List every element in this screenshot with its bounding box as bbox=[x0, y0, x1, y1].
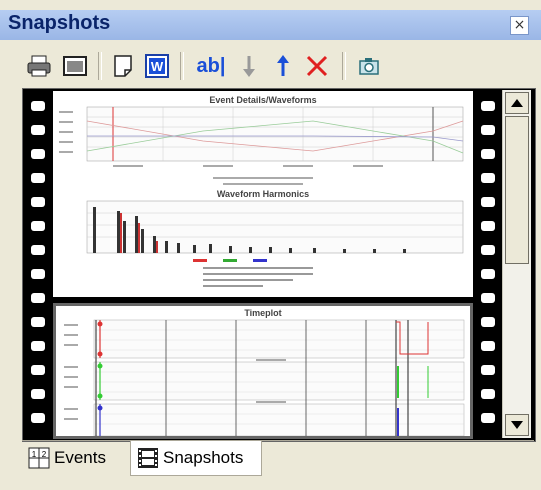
toolbar: W ab| bbox=[0, 46, 541, 84]
svg-text:W: W bbox=[151, 59, 164, 74]
window-title: Snapshots bbox=[8, 12, 111, 34]
scrollbar-thumb[interactable] bbox=[505, 116, 529, 264]
filmstrip-left bbox=[23, 89, 51, 441]
snapshot-2-title: Timeplot bbox=[244, 308, 281, 318]
svg-text:1: 1 bbox=[32, 450, 37, 459]
preview-button[interactable] bbox=[60, 52, 90, 80]
rename-button[interactable]: ab| bbox=[192, 52, 230, 80]
snapshot-thumbnail-1[interactable]: Event Details/Waveforms Waveform Harmoni… bbox=[53, 91, 473, 297]
filmstrip-right bbox=[473, 89, 501, 441]
bottom-tabs: 1 2 Events Snapshots bbox=[22, 440, 534, 477]
close-button[interactable]: × bbox=[510, 16, 529, 35]
word-export-button[interactable]: W bbox=[142, 52, 172, 80]
move-down-button[interactable] bbox=[234, 52, 264, 80]
print-icon bbox=[27, 55, 51, 77]
word-export-icon: W bbox=[145, 54, 169, 78]
scroll-up-button[interactable] bbox=[505, 92, 529, 114]
tab-events-label: Events bbox=[54, 448, 106, 467]
snapshot-thumbnail-2[interactable]: Timeplot bbox=[53, 303, 473, 439]
camera-icon bbox=[359, 58, 379, 75]
snapshot-1-subtitle: Waveform Harmonics bbox=[217, 189, 309, 199]
print-button[interactable] bbox=[24, 52, 54, 80]
tab-snapshots[interactable]: Snapshots bbox=[130, 441, 262, 476]
snapshot-button[interactable] bbox=[354, 52, 384, 80]
page-button[interactable] bbox=[108, 52, 138, 80]
snapshot-viewer[interactable]: Event Details/Waveforms Waveform Harmoni… bbox=[22, 88, 536, 442]
snapshots-window: Snapshots × W ab| Event Details/Waveform… bbox=[0, 0, 541, 490]
arrow-up-icon bbox=[511, 99, 523, 107]
page-icon bbox=[114, 55, 132, 77]
events-tab-icon: 1 2 bbox=[28, 447, 50, 469]
delete-icon bbox=[306, 55, 328, 77]
tab-snapshots-label: Snapshots bbox=[163, 448, 244, 467]
toolbar-separator bbox=[180, 52, 184, 80]
snapshot-2-image: Timeplot bbox=[64, 308, 465, 437]
tab-events[interactable]: 1 2 Events bbox=[22, 441, 128, 475]
toolbar-separator bbox=[98, 52, 102, 80]
rename-icon: ab| bbox=[196, 54, 226, 77]
snapshot-1-image: Event Details/Waveforms Waveform Harmoni… bbox=[59, 95, 464, 287]
move-up-icon bbox=[277, 55, 289, 76]
toolbar-separator bbox=[342, 52, 346, 80]
delete-button[interactable] bbox=[302, 52, 332, 80]
title-bar: Snapshots × bbox=[0, 10, 541, 40]
move-up-button[interactable] bbox=[268, 52, 298, 80]
preview-icon bbox=[63, 56, 87, 76]
arrow-down-icon bbox=[511, 421, 523, 429]
snapshots-tab-icon bbox=[138, 448, 158, 468]
snapshot-1-title: Event Details/Waveforms bbox=[209, 95, 316, 105]
svg-text:2: 2 bbox=[42, 450, 47, 459]
move-down-icon bbox=[243, 56, 255, 77]
vertical-scrollbar[interactable] bbox=[502, 90, 531, 438]
scroll-down-button[interactable] bbox=[505, 414, 529, 436]
